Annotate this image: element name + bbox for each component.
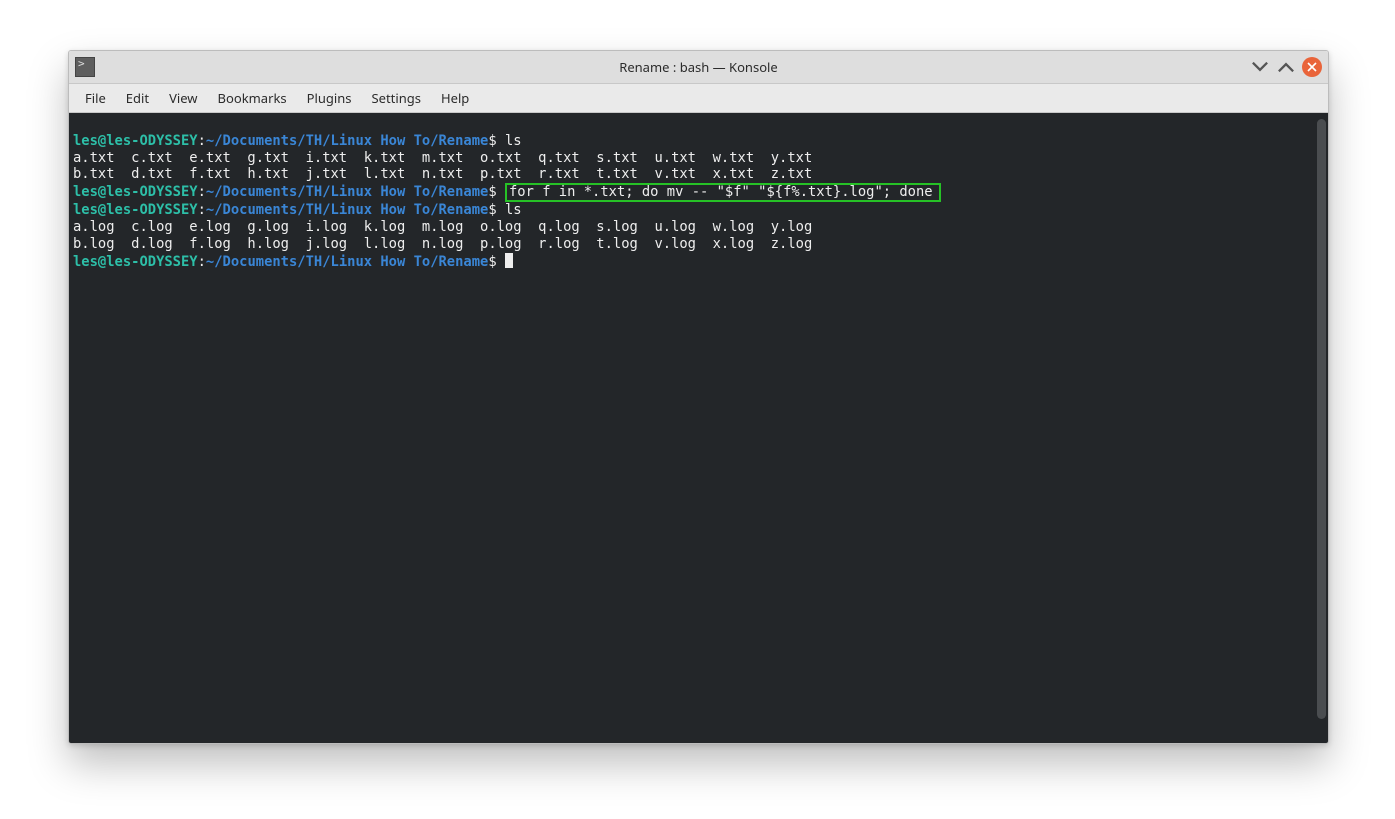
- terminal-content[interactable]: les@les-ODYSSEY:~/Documents/TH/Linux How…: [73, 116, 1314, 270]
- chevron-up-icon: [1276, 57, 1296, 77]
- prompt-dollar: $: [488, 254, 496, 270]
- titlebar[interactable]: Rename : bash — Konsole: [69, 51, 1328, 84]
- scrollbar[interactable]: [1317, 119, 1326, 719]
- output-txt-row2: b.txt d.txt f.txt h.txt j.txt l.txt n.tx…: [73, 166, 812, 182]
- cmd-for-loop: for f in *.txt; do mv -- "$f" "${f%.txt}…: [509, 184, 933, 200]
- menu-edit[interactable]: Edit: [116, 89, 159, 107]
- menu-plugins[interactable]: Plugins: [297, 89, 362, 107]
- prompt-path: ~/Documents/TH/Linux How To/Rename: [206, 202, 488, 218]
- prompt-dollar: $: [488, 184, 496, 200]
- menu-settings[interactable]: Settings: [362, 89, 431, 107]
- prompt-userhost: les@les-ODYSSEY: [73, 254, 198, 270]
- maximize-button[interactable]: [1276, 57, 1296, 77]
- prompt-dollar: $: [488, 202, 496, 218]
- konsole-window: Rename : bash — Konsole File Edit View B…: [68, 50, 1329, 744]
- chevron-down-icon: [1250, 57, 1270, 77]
- output-txt-row1: a.txt c.txt e.txt g.txt i.txt k.txt m.tx…: [73, 150, 812, 166]
- highlighted-command: for f in *.txt; do mv -- "$f" "${f%.txt}…: [505, 183, 941, 202]
- menu-bookmarks[interactable]: Bookmarks: [208, 89, 297, 107]
- cmd-ls-2: ls: [505, 202, 522, 218]
- prompt-userhost: les@les-ODYSSEY: [73, 202, 198, 218]
- terminal-area[interactable]: les@les-ODYSSEY:~/Documents/TH/Linux How…: [69, 113, 1328, 743]
- prompt-sep: :: [198, 202, 206, 218]
- output-log-row2: b.log d.log f.log h.log j.log l.log n.lo…: [73, 236, 812, 252]
- menu-file[interactable]: File: [75, 89, 116, 107]
- window-controls: [1250, 57, 1322, 77]
- prompt-sep: :: [198, 184, 206, 200]
- close-icon: [1307, 62, 1317, 72]
- menu-view[interactable]: View: [159, 89, 207, 107]
- prompt-sep: :: [198, 254, 206, 270]
- cursor: [505, 253, 513, 268]
- prompt-sep: :: [198, 133, 206, 149]
- prompt-userhost: les@les-ODYSSEY: [73, 184, 198, 200]
- prompt-path: ~/Documents/TH/Linux How To/Rename: [206, 184, 488, 200]
- output-log-row1: a.log c.log e.log g.log i.log k.log m.lo…: [73, 219, 812, 235]
- menu-help[interactable]: Help: [431, 89, 479, 107]
- cmd-ls-1: ls: [505, 133, 522, 149]
- prompt-path: ~/Documents/TH/Linux How To/Rename: [206, 254, 488, 270]
- prompt-dollar: $: [488, 133, 496, 149]
- minimize-button[interactable]: [1250, 57, 1270, 77]
- menubar: File Edit View Bookmarks Plugins Setting…: [69, 84, 1328, 113]
- close-button[interactable]: [1302, 57, 1322, 77]
- prompt-userhost: les@les-ODYSSEY: [73, 133, 198, 149]
- prompt-path: ~/Documents/TH/Linux How To/Rename: [206, 133, 488, 149]
- window-title: Rename : bash — Konsole: [69, 58, 1328, 76]
